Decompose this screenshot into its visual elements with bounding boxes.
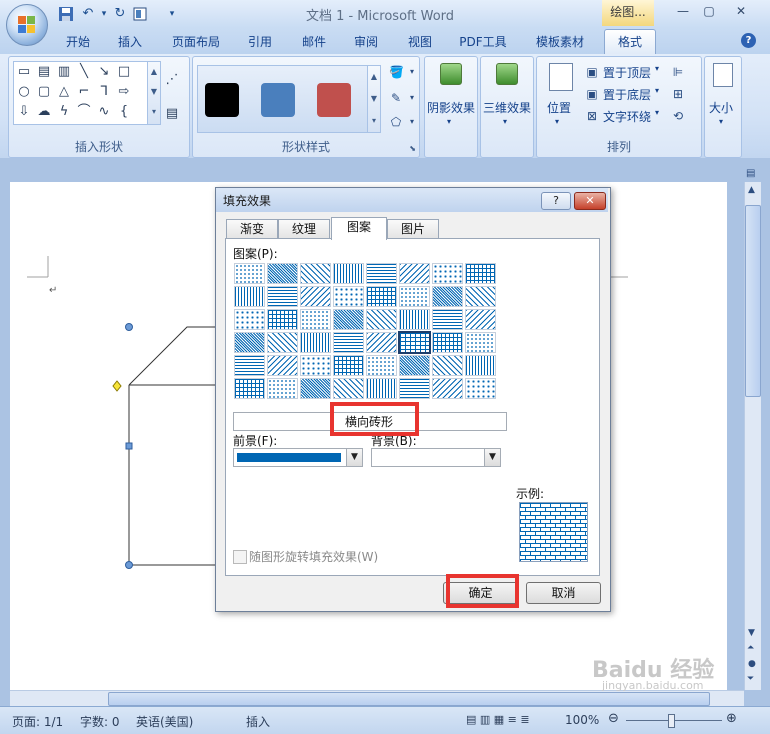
pattern-swatch[interactable] — [432, 332, 463, 353]
cancel-button[interactable]: 取消 — [526, 582, 601, 604]
pattern-swatch[interactable] — [234, 309, 265, 330]
view-buttons[interactable]: ▤ ▥ ▦ ≡ ≣ — [466, 713, 530, 726]
pattern-swatch-selected[interactable] — [398, 331, 431, 354]
pattern-swatch[interactable] — [267, 263, 298, 284]
pattern-swatch[interactable] — [234, 286, 265, 307]
pattern-swatch[interactable] — [465, 309, 496, 330]
pattern-swatch[interactable] — [399, 355, 430, 376]
pattern-preview — [519, 502, 588, 562]
pattern-swatch[interactable] — [432, 378, 463, 399]
pattern-label: 图案(P): — [233, 247, 278, 261]
highlight-box — [330, 402, 419, 436]
tab-picture[interactable]: 图片 — [387, 219, 439, 239]
pattern-swatch[interactable] — [234, 263, 265, 284]
selection-handle[interactable] — [125, 561, 133, 569]
pattern-swatch[interactable] — [465, 332, 496, 353]
pattern-swatch[interactable] — [399, 286, 430, 307]
pattern-swatch[interactable] — [465, 263, 496, 284]
highlight-box — [446, 574, 519, 608]
pattern-swatch[interactable] — [399, 378, 430, 399]
adjust-handle[interactable] — [112, 380, 122, 392]
pattern-swatch[interactable] — [234, 355, 265, 376]
pattern-swatch[interactable] — [267, 378, 298, 399]
pattern-swatch[interactable] — [333, 286, 364, 307]
status-bar: 页面: 1/1 字数: 0 英语(美国) 插入 ▤ ▥ ▦ ≡ ≣ 100% ⊖… — [0, 706, 770, 734]
watermark-url: jingyan.baidu.com — [602, 679, 704, 692]
tab-pattern[interactable]: 图案 — [331, 217, 387, 240]
pattern-swatch[interactable] — [366, 332, 397, 353]
pattern-swatch[interactable] — [333, 332, 364, 353]
pattern-swatch[interactable] — [399, 263, 430, 284]
pattern-swatch[interactable] — [300, 332, 331, 353]
paragraph-mark: ↵ — [49, 285, 57, 296]
ruler-toggle-icon[interactable]: ▤ — [746, 168, 758, 180]
tab-texture[interactable]: 纹理 — [278, 219, 330, 239]
chevron-down-icon[interactable]: ▼ — [346, 449, 362, 466]
office-logo-icon — [18, 16, 36, 34]
pattern-swatch[interactable] — [234, 332, 265, 353]
pattern-swatch[interactable] — [267, 286, 298, 307]
sample-label: 示例: — [516, 487, 545, 501]
pattern-swatch[interactable] — [366, 263, 397, 284]
dialog-help-button[interactable]: ? — [541, 192, 571, 210]
dialog-close-button[interactable]: ✕ — [574, 192, 606, 210]
pattern-swatch[interactable] — [333, 263, 364, 284]
pattern-swatch[interactable] — [333, 378, 364, 399]
pattern-swatch[interactable] — [366, 355, 397, 376]
scroll-down-icon[interactable]: ▼ — [748, 628, 755, 638]
word-count[interactable]: 字数: 0 — [80, 713, 120, 730]
pattern-swatch[interactable] — [432, 309, 463, 330]
pattern-swatch[interactable] — [465, 355, 496, 376]
pattern-swatch[interactable] — [300, 263, 331, 284]
pattern-swatch[interactable] — [300, 309, 331, 330]
office-button[interactable] — [6, 4, 48, 46]
selection-handle[interactable] — [125, 442, 133, 450]
tab-gradient[interactable]: 渐变 — [226, 219, 278, 239]
foreground-label: 前景(F): — [233, 434, 278, 448]
dialog-title: 填充效果 — [223, 194, 272, 208]
selection-handle[interactable] — [125, 323, 133, 331]
pattern-swatch[interactable] — [267, 355, 298, 376]
pattern-swatch[interactable] — [333, 309, 364, 330]
previous-page-icon[interactable]: ⏶ — [747, 643, 754, 653]
zoom-in-icon[interactable]: ⊕ — [726, 711, 737, 726]
pattern-swatch[interactable] — [399, 309, 430, 330]
pattern-swatch[interactable] — [300, 355, 331, 376]
foreground-color-select[interactable]: ▼ — [233, 448, 363, 467]
pattern-swatch[interactable] — [267, 309, 298, 330]
pattern-swatch[interactable] — [366, 286, 397, 307]
pattern-swatch[interactable] — [333, 355, 364, 376]
pattern-swatch[interactable] — [366, 378, 397, 399]
foreground-color-swatch — [237, 453, 341, 462]
zoom-slider-thumb[interactable] — [668, 714, 675, 728]
rotate-with-shape-label: 随图形旋转填充效果(W) — [249, 550, 379, 564]
scroll-up-icon[interactable]: ▲ — [748, 185, 755, 195]
pattern-swatch[interactable] — [300, 286, 331, 307]
next-page-icon[interactable]: ⏷ — [747, 674, 754, 684]
pattern-swatch[interactable] — [465, 286, 496, 307]
pattern-swatch[interactable] — [432, 263, 463, 284]
pattern-swatch[interactable] — [465, 378, 496, 399]
pattern-swatch[interactable] — [432, 286, 463, 307]
pattern-swatch[interactable] — [234, 378, 265, 399]
zoom-out-icon[interactable]: ⊖ — [608, 711, 619, 726]
language-indicator[interactable]: 英语(美国) — [136, 713, 193, 730]
background-color-select[interactable]: ▼ — [371, 448, 501, 467]
browse-object-icon[interactable]: ● — [748, 659, 756, 669]
page-count[interactable]: 页面: 1/1 — [12, 713, 63, 730]
horizontal-scroll-thumb[interactable] — [108, 692, 710, 706]
pattern-swatch[interactable] — [300, 378, 331, 399]
pattern-swatch[interactable] — [267, 332, 298, 353]
insert-mode[interactable]: 插入 — [246, 713, 270, 730]
pattern-swatch[interactable] — [366, 309, 397, 330]
pattern-grid — [234, 263, 500, 401]
chevron-down-icon[interactable]: ▼ — [484, 449, 500, 466]
vertical-scroll-thumb[interactable] — [745, 205, 761, 397]
zoom-level[interactable]: 100% — [565, 713, 599, 727]
rotate-with-shape-checkbox[interactable] — [233, 550, 247, 564]
pattern-swatch[interactable] — [432, 355, 463, 376]
